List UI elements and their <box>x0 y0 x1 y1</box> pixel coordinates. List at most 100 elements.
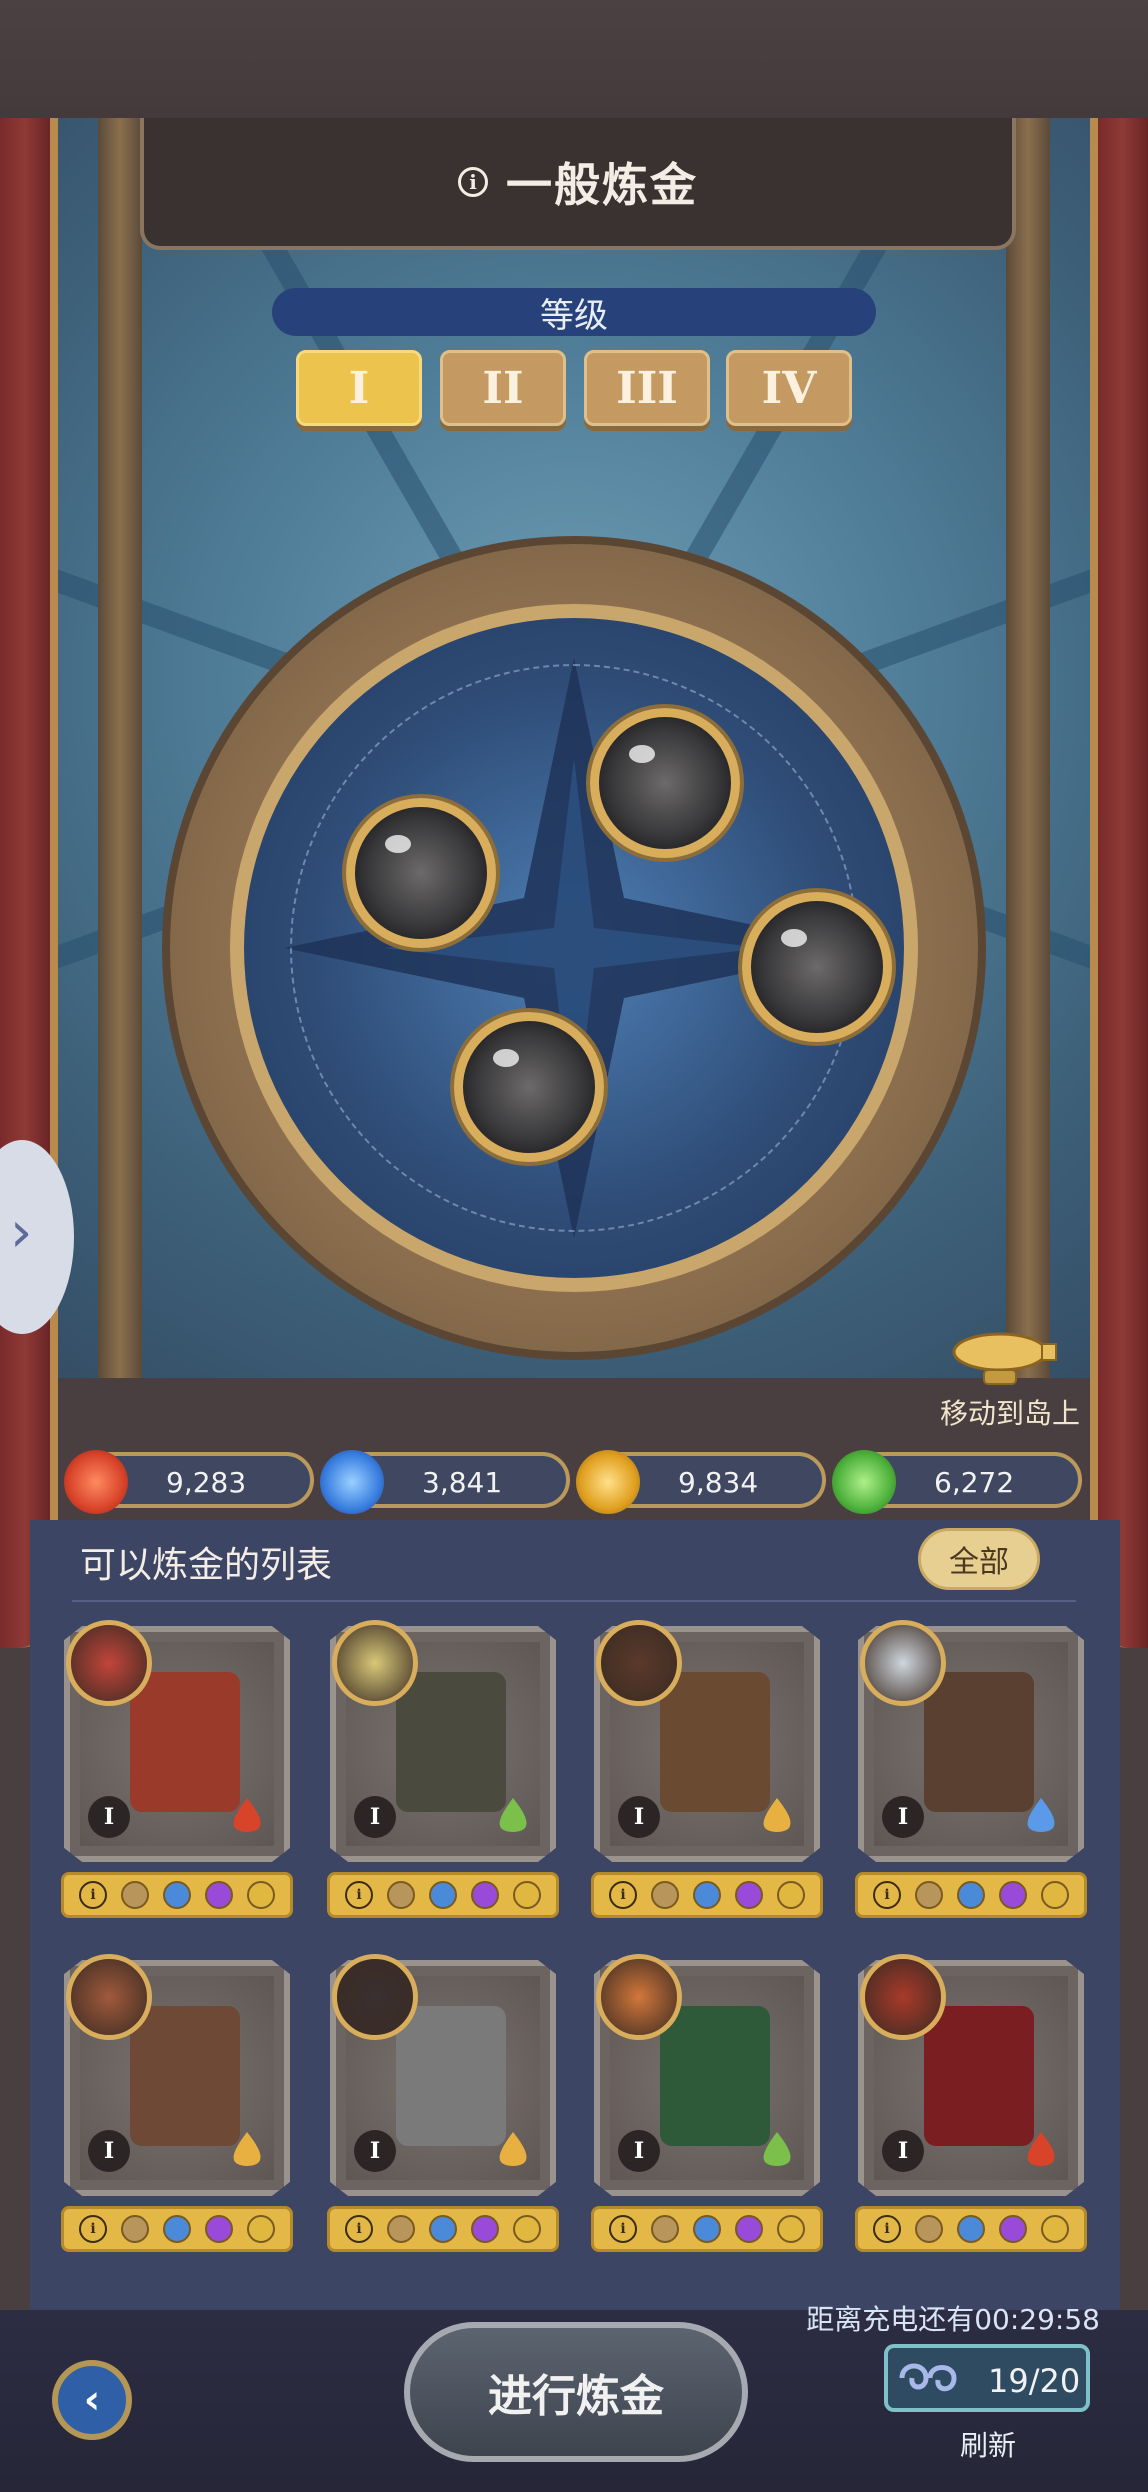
grade-tab-1[interactable]: I <box>296 350 422 426</box>
refresh-label[interactable]: 刷新 <box>960 2424 1016 2464</box>
hero-portrait <box>66 1954 152 2040</box>
material-slot-icon <box>429 2215 457 2243</box>
grade-chip: I <box>88 1796 130 1838</box>
start-alchemy-button[interactable]: 进行炼金 <box>404 2322 748 2462</box>
resource-blue: 3,841 <box>320 1450 570 1514</box>
grade-label: 等级 <box>272 288 876 336</box>
dark-material-icon[interactable] <box>590 708 740 858</box>
resource-red: 9,283 <box>64 1450 314 1514</box>
material-slot-icon <box>1041 1881 1069 1909</box>
resource-value: 9,834 <box>678 1466 759 1499</box>
hero-portrait <box>860 1954 946 2040</box>
hero-portrait <box>860 1620 946 1706</box>
water-element-icon <box>1027 1798 1055 1832</box>
grade-chip: I <box>882 1796 924 1838</box>
hero-portrait <box>596 1954 682 2040</box>
dark-material-icon[interactable] <box>454 1012 604 1162</box>
material-slot-icon <box>247 2215 275 2243</box>
top-bar <box>0 0 1148 124</box>
earth-element-icon <box>763 1798 791 1832</box>
material-slot-icon <box>735 1881 763 1909</box>
hero-portrait <box>332 1620 418 1706</box>
equipment-icon <box>924 1672 1034 1812</box>
info-icon[interactable]: i <box>873 1881 901 1909</box>
material-slot-icon <box>387 2215 415 2243</box>
material-slot-icon <box>471 2215 499 2243</box>
chevron-left-icon: ‹ <box>83 2377 101 2423</box>
dark-material-icon[interactable] <box>742 892 892 1042</box>
hero-portrait <box>66 1620 152 1706</box>
hero-portrait <box>596 1620 682 1706</box>
right-curtain <box>1090 118 1148 1648</box>
grade-chip: I <box>354 2130 396 2172</box>
red-gem-icon <box>64 1450 128 1514</box>
fire-element-icon <box>233 1798 261 1832</box>
earth-element-icon <box>499 2132 527 2166</box>
title-panel[interactable]: i 一般炼金 <box>140 118 1016 250</box>
earth-element-icon <box>233 2132 261 2166</box>
material-slot-icon <box>693 2215 721 2243</box>
hero-portrait <box>332 1954 418 2040</box>
requirement-bar[interactable]: i <box>61 1872 293 1918</box>
chevron-right-icon: › <box>10 1200 33 1265</box>
info-icon[interactable]: i <box>458 167 488 197</box>
material-slot-icon <box>999 1881 1027 1909</box>
material-slot-icon <box>205 2215 233 2243</box>
move-to-island-label[interactable]: 移动到岛上 <box>880 1392 1080 1432</box>
material-slot-icon <box>121 1881 149 1909</box>
material-slot-icon <box>651 2215 679 2243</box>
grade-chip: I <box>618 2130 660 2172</box>
left-pillar <box>98 118 142 1378</box>
requirement-bar[interactable]: i <box>591 1872 823 1918</box>
green-gem-icon <box>832 1450 896 1514</box>
equipment-icon <box>660 2006 770 2146</box>
requirement-bar[interactable]: i <box>855 2206 1087 2252</box>
material-slot-icon <box>387 1881 415 1909</box>
info-icon[interactable]: i <box>345 2215 373 2243</box>
equipment-icon <box>130 1672 240 1812</box>
info-icon[interactable]: i <box>609 2215 637 2243</box>
dark-material-icon[interactable] <box>346 798 496 948</box>
charge-counter[interactable]: 19/20 <box>884 2344 1090 2412</box>
info-icon[interactable]: i <box>79 2215 107 2243</box>
airship-icon[interactable] <box>950 1330 1060 1390</box>
page-title: 一般炼金 <box>506 158 698 212</box>
requirement-bar[interactable]: i <box>61 2206 293 2252</box>
material-slot-icon <box>957 2215 985 2243</box>
wind-element-icon <box>763 2132 791 2166</box>
grade-chip: I <box>354 1796 396 1838</box>
info-icon[interactable]: i <box>609 1881 637 1909</box>
requirement-bar[interactable]: i <box>327 2206 559 2252</box>
material-slot-icon <box>513 2215 541 2243</box>
material-slot-icon <box>1041 2215 1069 2243</box>
filter-all-button[interactable]: 全部 <box>918 1528 1040 1590</box>
requirement-bar[interactable]: i <box>327 1872 559 1918</box>
material-slot-icon <box>693 1881 721 1909</box>
info-icon[interactable]: i <box>79 1881 107 1909</box>
equipment-icon <box>924 2006 1034 2146</box>
material-slot-icon <box>777 2215 805 2243</box>
material-slot-icon <box>915 2215 943 2243</box>
info-icon[interactable]: i <box>345 1881 373 1909</box>
left-curtain <box>0 118 58 1648</box>
swirl-icon <box>899 2363 957 2392</box>
material-slot-icon <box>999 2215 1027 2243</box>
material-slot-icon <box>163 2215 191 2243</box>
divider <box>72 1600 1076 1602</box>
fire-element-icon <box>1027 2132 1055 2166</box>
requirement-bar[interactable]: i <box>855 1872 1087 1918</box>
grade-tab-4[interactable]: IV <box>726 350 852 426</box>
material-slot-icon <box>651 1881 679 1909</box>
material-slot-icon <box>247 1881 275 1909</box>
material-slot-icon <box>777 1881 805 1909</box>
material-slot-icon <box>915 1881 943 1909</box>
resource-bar: 9,283 3,841 9,834 6,272 <box>64 1450 1082 1516</box>
material-slot-icon <box>735 2215 763 2243</box>
requirement-bar[interactable]: i <box>591 2206 823 2252</box>
list-title: 可以炼金的列表 <box>80 1545 333 1586</box>
grade-tab-3[interactable]: III <box>584 350 710 426</box>
back-button[interactable]: ‹ <box>52 2360 132 2440</box>
info-icon[interactable]: i <box>873 2215 901 2243</box>
gold-gem-icon <box>576 1450 640 1514</box>
grade-tab-2[interactable]: II <box>440 350 566 426</box>
